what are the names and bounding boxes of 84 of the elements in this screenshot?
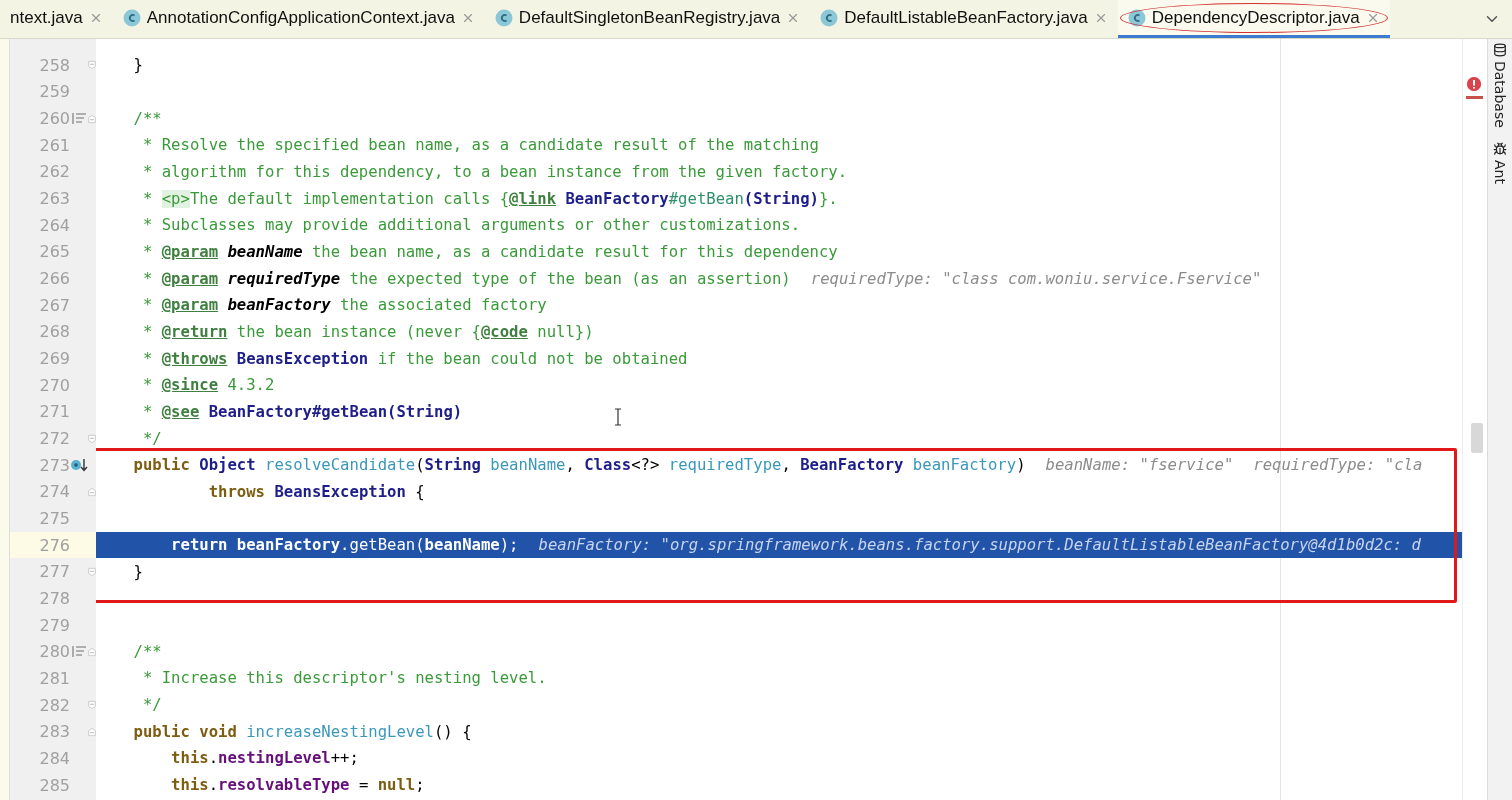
inline-value-hint: beanFactory: "org.springframework.beans.factory.support.DefaultListableBeanFactory@4d1b0d2c: d <box>538 536 1421 555</box>
line-number: 271 <box>38 402 70 422</box>
tool-window-button[interactable]: Database <box>1492 43 1508 128</box>
line-number: 276 <box>38 535 70 555</box>
fold-icon[interactable] <box>88 565 96 578</box>
debug-arrow-icon[interactable] <box>70 457 88 474</box>
code-line: * @see BeanFactory#getBean(String) <box>141 402 463 421</box>
class-icon <box>494 8 513 27</box>
fold-icon[interactable] <box>88 725 96 738</box>
code-line: } <box>132 56 143 75</box>
line-number: 274 <box>38 482 70 502</box>
fold-icon[interactable] <box>88 699 96 712</box>
code-line: * Subclasses may provide additional arguments or other customizations. <box>141 216 801 235</box>
code-line: /** <box>132 642 162 661</box>
editor-tab[interactable]: ntext.java <box>0 0 113 38</box>
code-line: /** <box>132 109 162 128</box>
error-stripe-mark[interactable] <box>1466 96 1483 99</box>
error-icon[interactable] <box>1467 77 1481 91</box>
bug-icon <box>1493 141 1507 156</box>
line-number: 259 <box>38 82 70 102</box>
line-number: 277 <box>38 562 70 582</box>
inline-value-hint: requiredType: "class com.woniu.service.Fservice" <box>810 269 1262 288</box>
code-line: public void increaseNestingLevel() { <box>132 722 472 741</box>
tool-window-button[interactable]: Ant <box>1492 141 1508 184</box>
class-icon <box>122 8 141 27</box>
inline-value-hint: requiredType: "cla <box>1253 456 1423 475</box>
editor-tab[interactable]: DefaultSingletonBeanRegistry.java <box>484 0 811 38</box>
fold-icon[interactable] <box>88 432 96 445</box>
line-number: 260 <box>38 109 70 129</box>
code-line: * @throws BeansException if the bean could not be obtained <box>141 349 688 368</box>
fold-icon[interactable] <box>88 59 96 72</box>
fold-icon[interactable] <box>88 485 96 498</box>
class-icon <box>820 8 839 27</box>
code-line: this.resolvableType = null; <box>170 776 425 795</box>
code-line: * @param beanName the bean name, as a candidate result for this dependency <box>141 242 838 261</box>
scrollbar-thumb[interactable] <box>1471 423 1483 453</box>
code-line: * @param beanFactory the associated factory <box>141 296 547 315</box>
line-number: 269 <box>38 349 70 369</box>
text-cursor-icon <box>614 408 622 426</box>
line-number: 265 <box>38 242 70 262</box>
code-line: * Increase this descriptor's nesting level. <box>141 669 547 688</box>
code-line: */ <box>141 696 162 715</box>
class-icon <box>1127 8 1146 27</box>
code-line: * @since 4.3.2 <box>141 376 275 395</box>
line-number: 283 <box>38 722 70 742</box>
code-line: * <p>The default implementation calls {@link BeanFactory#getBean(String)}. <box>141 189 838 208</box>
database-icon <box>1493 43 1507 57</box>
code-line: * algorithm for this dependency, to a bean instance from the given factory. <box>141 162 848 181</box>
code-line: * @param requiredType the expected type of the bean (as an assertion) <box>141 269 791 288</box>
line-number: 281 <box>38 668 70 688</box>
code-line: } <box>132 562 143 581</box>
line-number: 273 <box>38 455 70 475</box>
line-number: 264 <box>38 215 70 235</box>
line-number: 268 <box>38 322 70 342</box>
line-number: 258 <box>38 55 70 75</box>
line-number: 278 <box>38 588 70 608</box>
fold-icon[interactable] <box>88 645 96 658</box>
code-line: * Resolve the specified bean name, as a candidate result of the matching <box>141 136 819 155</box>
code-line: public Object resolveCandidate(String beanName, Class<?> requiredType, BeanFactory beanFactory) <box>132 456 1026 475</box>
editor-tab[interactable]: AnnotationConfigApplicationContext.java <box>112 0 485 38</box>
fold-icon[interactable] <box>88 112 96 125</box>
line-number: 279 <box>38 615 70 635</box>
line-number: 272 <box>38 429 70 448</box>
lines-icon[interactable] <box>71 112 87 126</box>
line-number: 267 <box>38 295 70 315</box>
code-line: * @return the bean instance (never {@code null}) <box>141 322 594 341</box>
line-number: 275 <box>38 509 70 528</box>
line-number: 284 <box>38 748 70 768</box>
line-number: 270 <box>38 375 70 395</box>
code-line: throws BeansException { <box>207 482 425 501</box>
line-number: 266 <box>38 269 70 289</box>
code-line: this.nestingLevel++; <box>170 749 359 768</box>
lines-icon[interactable] <box>71 645 87 659</box>
code-line: */ <box>141 429 162 448</box>
editor-tab[interactable]: DefaultListableBeanFactory.java <box>810 0 1118 38</box>
line-number: 280 <box>38 642 70 662</box>
editor-tab[interactable]: DependencyDescriptor.java <box>1117 0 1390 38</box>
line-number: 285 <box>38 775 70 795</box>
line-number: 263 <box>38 189 70 209</box>
line-number: 262 <box>38 162 70 182</box>
inline-value-hint: beanName: "fservice" <box>1045 456 1234 475</box>
line-number: 282 <box>38 695 70 715</box>
code-line: return beanFactory.getBean(beanName); <box>170 536 519 555</box>
line-number: 261 <box>38 135 70 155</box>
